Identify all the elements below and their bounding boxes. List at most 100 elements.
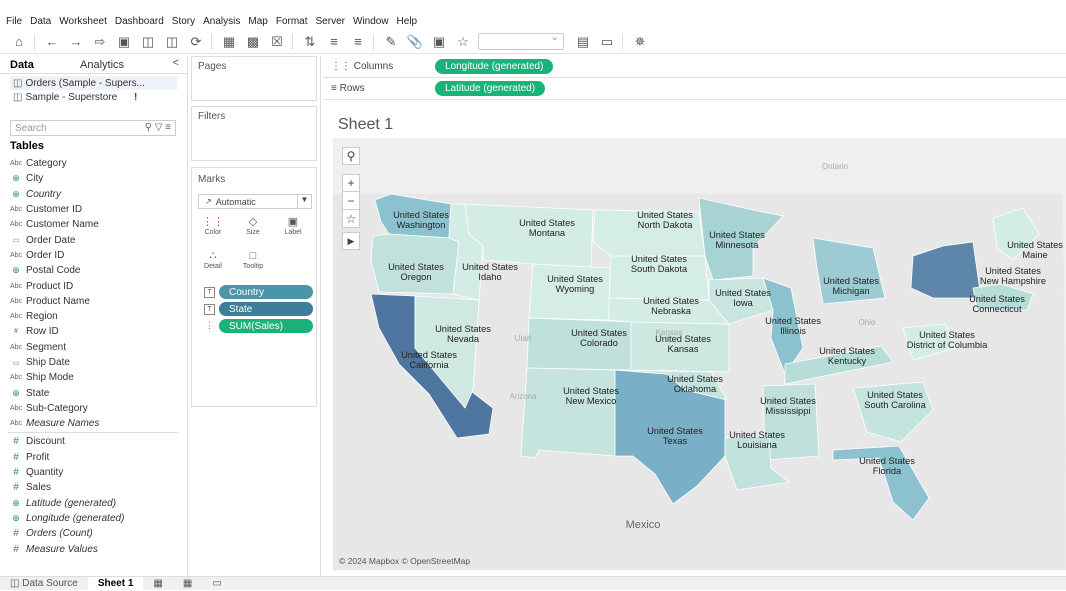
detail-button[interactable]: ∴ Detail — [198, 249, 228, 277]
field-item[interactable]: ⊕ Latitude (generated) — [0, 496, 187, 511]
marks-pill-state[interactable]: T State — [204, 302, 313, 316]
menu-item[interactable]: Dashboard — [115, 16, 164, 27]
play-icon[interactable]: ▶ — [342, 232, 360, 250]
field-item[interactable]: ▭ Ship Date — [0, 355, 187, 370]
search-icon[interactable]: ⚲ — [342, 147, 360, 165]
home-icon[interactable]: ⌂ — [10, 32, 28, 52]
data-source-tab[interactable]: ◫ Data Source — [0, 578, 88, 589]
new-worksheet-icon[interactable]: ▦ — [143, 578, 172, 589]
group-icon[interactable]: 📎 — [406, 32, 424, 52]
mark-type-select[interactable]: ↗ Automatic ▼ — [198, 194, 312, 209]
undo-icon[interactable]: ← — [43, 32, 61, 52]
color-icon: ⋮⋮ — [202, 216, 224, 228]
redo-icon[interactable]: → — [67, 32, 85, 52]
columns-shelf[interactable]: ⋮⋮ Columns Longitude (generated) — [323, 56, 1066, 78]
presentation-icon[interactable]: ▭ — [598, 32, 616, 52]
pause-updates-icon[interactable]: ◫ — [163, 32, 181, 52]
menu-item[interactable]: Data — [30, 16, 51, 27]
menu-item[interactable]: Analysis — [203, 16, 240, 27]
field-item[interactable]: # Discount — [0, 434, 187, 449]
field-item[interactable]: # Profit — [0, 450, 187, 465]
datasource-orders[interactable]: ◫ Orders (Sample - Supers... — [10, 76, 177, 90]
new-story-icon[interactable]: ▭ — [202, 578, 231, 589]
save-icon[interactable]: ▣ — [115, 32, 133, 52]
field-label: Product Name — [26, 295, 90, 307]
search-input[interactable]: Search ⚲ ▽ ≡ — [10, 120, 176, 136]
field-item[interactable]: ⊕ Country — [0, 187, 187, 202]
field-item[interactable]: # Sales — [0, 480, 187, 495]
field-item[interactable]: # Quantity — [0, 465, 187, 480]
pin-icon[interactable]: ☆ — [342, 210, 360, 228]
show-cards-icon[interactable]: ▤ — [574, 32, 592, 52]
field-item[interactable]: # Measure Values — [0, 541, 187, 556]
search-filter-icons[interactable]: ⚲ ▽ ≡ — [145, 122, 171, 133]
tab-analytics[interactable]: Analytics — [60, 59, 150, 71]
tooltip-button[interactable]: □ Tooltip — [238, 249, 268, 277]
new-worksheet-icon[interactable]: ▦ — [220, 32, 238, 52]
columns-pill[interactable]: Longitude (generated) — [435, 59, 554, 74]
menu-item[interactable]: File — [6, 16, 22, 27]
field-item[interactable]: Abc Product ID — [0, 278, 187, 293]
refresh-icon[interactable]: ⟳ — [187, 32, 205, 52]
fix-axes-icon[interactable]: ☆ — [454, 32, 472, 52]
menu-item[interactable]: Worksheet — [59, 16, 107, 27]
menu-item[interactable]: Server — [316, 16, 345, 27]
menu-item[interactable]: Story — [172, 16, 195, 27]
rows-shelf[interactable]: ≡ Rows Latitude (generated) — [323, 78, 1066, 100]
rows-pill[interactable]: Latitude (generated) — [435, 81, 546, 96]
field-item[interactable]: Abc Measure Names — [0, 416, 187, 431]
field-item[interactable]: # Orders (Count) — [0, 526, 187, 541]
marks-pill-country[interactable]: T Country — [204, 285, 313, 299]
state-label: United States Louisiana — [729, 430, 785, 450]
field-item[interactable]: ⊕ Postal Code — [0, 263, 187, 278]
zoom-in-button[interactable]: + — [342, 174, 360, 192]
field-item[interactable]: ⊕ City — [0, 171, 187, 186]
new-dashboard-icon[interactable]: ▦ — [173, 578, 202, 589]
field-item[interactable]: ▭ Order Date — [0, 232, 187, 247]
sort-desc-icon[interactable]: ≡ — [349, 32, 367, 52]
new-datasource-icon[interactable]: ◫ — [139, 32, 157, 52]
color-button[interactable]: ⋮⋮ Color — [198, 215, 228, 243]
field-item[interactable]: Abc Region — [0, 309, 187, 324]
field-type-icon: # — [14, 328, 18, 336]
field-item[interactable]: Abc Sub-Category — [0, 401, 187, 416]
clear-sheet-icon[interactable]: ☒ — [268, 32, 286, 52]
fit-dropdown[interactable] — [478, 32, 564, 50]
show-labels-icon[interactable]: ▣ — [430, 32, 448, 52]
field-item[interactable]: Abc Customer Name — [0, 217, 187, 232]
marks-pill-sales[interactable]: ⋮ SUM(Sales) — [204, 319, 313, 333]
duplicate-sheet-icon[interactable]: ▩ — [244, 32, 262, 52]
menu-item[interactable]: Window — [353, 16, 389, 27]
tooltip-label: Tooltip — [242, 263, 264, 270]
field-item[interactable]: Abc Category — [0, 156, 187, 171]
state-label: United States New Hampshire — [979, 266, 1047, 286]
collapse-icon[interactable]: < — [173, 57, 179, 69]
tab-data[interactable]: Data — [0, 59, 60, 71]
menu-item[interactable]: Map — [248, 16, 267, 27]
field-item[interactable]: Abc Order ID — [0, 248, 187, 263]
datasource-superstore[interactable]: ◫ Sample - Superstore ! — [0, 90, 187, 104]
field-item[interactable]: Abc Ship Mode — [0, 370, 187, 385]
filters-card[interactable]: Filters — [191, 106, 317, 161]
field-item[interactable]: ⊕ Longitude (generated) — [0, 511, 187, 526]
label-button[interactable]: ▣ Label — [278, 215, 308, 243]
highlight-icon[interactable]: ✎ — [382, 32, 400, 52]
state-region[interactable] — [520, 367, 616, 459]
zoom-out-button[interactable]: − — [342, 192, 360, 210]
replay-icon[interactable]: ⇨ — [91, 32, 109, 52]
field-item[interactable]: ⊕ State — [0, 385, 187, 400]
menu-item[interactable]: Help — [397, 16, 418, 27]
state-label: United States Montana — [519, 218, 575, 238]
map-view[interactable]: United States Washington United States Or… — [333, 138, 1066, 570]
sheet-tab[interactable]: Sheet 1 — [87, 576, 144, 591]
field-item[interactable]: # Row ID — [0, 324, 187, 339]
field-item[interactable]: Abc Segment — [0, 340, 187, 355]
menu-item[interactable]: Format — [276, 16, 308, 27]
swap-icon[interactable]: ⇅ — [301, 32, 319, 52]
field-item[interactable]: Abc Product Name — [0, 294, 187, 309]
size-button[interactable]: ◇ Size — [238, 215, 268, 243]
sort-asc-icon[interactable]: ≡ — [325, 32, 343, 52]
share-icon[interactable]: ✵ — [631, 32, 649, 52]
field-item[interactable]: Abc Customer ID — [0, 202, 187, 217]
pages-card[interactable]: Pages — [191, 56, 317, 101]
